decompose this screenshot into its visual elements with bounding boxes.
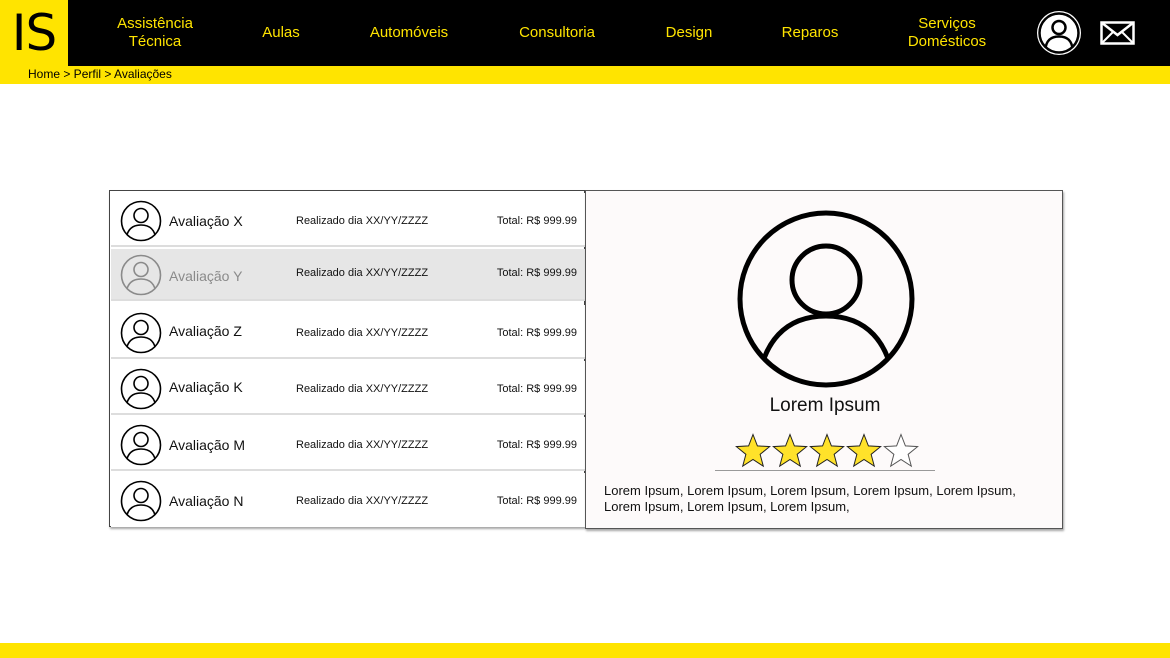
review-row[interactable]: Avaliação M Realizado dia XX/YY/ZZZZ Tot…: [111, 417, 585, 471]
review-date: Realizado dia XX/YY/ZZZZ: [296, 327, 429, 339]
review-name: Avaliação Y: [169, 268, 243, 284]
review-detail-panel: Lorem Ipsum Lorem Ipsum, Lorem Ipsum, Lo…: [585, 190, 1063, 529]
star-filled-icon: [772, 433, 808, 468]
user-avatar-icon: [120, 480, 162, 522]
review-row-selected[interactable]: Avaliação Y Realizado dia XX/YY/ZZZZ Tot…: [111, 249, 585, 301]
nav-reparos[interactable]: Reparos: [765, 0, 855, 66]
nav-consultoria[interactable]: Consultoria: [500, 0, 614, 66]
review-total: Total: R$ 999.99: [496, 215, 577, 227]
review-date: Realizado dia XX/YY/ZZZZ: [296, 439, 429, 451]
review-row[interactable]: Avaliação X Realizado dia XX/YY/ZZZZ Tot…: [111, 193, 585, 247]
profile-name: Lorem Ipsum: [769, 395, 881, 416]
footer-bar: [0, 643, 1170, 658]
review-date: Realizado dia XX/YY/ZZZZ: [296, 215, 429, 227]
review-total: Total: R$ 999.99: [496, 495, 577, 507]
nav-assistencia-tecnica[interactable]: Assistência Técnica: [100, 0, 210, 66]
nav-automoveis[interactable]: Automóveis: [352, 0, 466, 66]
review-row[interactable]: Avaliação N Realizado dia XX/YY/ZZZZ Tot…: [111, 473, 585, 527]
reviews-list: Avaliação X Realizado dia XX/YY/ZZZZ Tot…: [109, 190, 585, 527]
review-date: Realizado dia XX/YY/ZZZZ: [296, 495, 429, 507]
divider: [715, 470, 935, 471]
review-total: Total: R$ 999.99: [496, 267, 577, 279]
rating-stars: [735, 433, 919, 468]
user-avatar-icon: [120, 424, 162, 466]
nav-aulas[interactable]: Aulas: [240, 0, 322, 66]
review-name: Avaliação M: [169, 437, 246, 453]
review-row[interactable]: Avaliação Z Realizado dia XX/YY/ZZZZ Tot…: [111, 305, 585, 359]
review-name: Avaliação X: [169, 213, 243, 229]
breadcrumb[interactable]: Home > Perfil > Avaliações: [28, 67, 172, 81]
mail-icon[interactable]: [1100, 21, 1135, 45]
breadcrumb-bar: Home > Perfil > Avaliações: [0, 66, 1170, 84]
star-filled-icon: [735, 433, 771, 468]
review-description: Lorem Ipsum, Lorem Ipsum, Lorem Ipsum, L…: [604, 483, 1016, 514]
user-avatar-icon: [120, 368, 162, 410]
review-row[interactable]: Avaliação K Realizado dia XX/YY/ZZZZ Tot…: [111, 361, 585, 415]
nav-servicos-domesticos[interactable]: Serviços Domésticos: [888, 0, 1006, 66]
review-total: Total: R$ 999.99: [496, 383, 577, 395]
star-empty-icon: [883, 433, 919, 468]
top-nav-bar: IS Assistência Técnica Aulas Automóveis …: [0, 0, 1170, 66]
profile-avatar-icon: [737, 210, 915, 388]
review-total: Total: R$ 999.99: [496, 327, 577, 339]
user-avatar-icon[interactable]: [1037, 11, 1081, 55]
logo[interactable]: IS: [0, 0, 68, 66]
user-avatar-icon: [120, 312, 162, 354]
nav-design[interactable]: Design: [645, 0, 733, 66]
review-date: Realizado dia XX/YY/ZZZZ: [296, 267, 429, 279]
review-name: Avaliação K: [169, 379, 243, 395]
user-avatar-icon: [120, 200, 162, 242]
star-filled-icon: [846, 433, 882, 468]
review-date: Realizado dia XX/YY/ZZZZ: [296, 383, 429, 395]
user-avatar-icon: [120, 254, 162, 296]
review-total: Total: R$ 999.99: [496, 439, 577, 451]
star-filled-icon: [809, 433, 845, 468]
review-name: Avaliação Z: [169, 323, 242, 339]
review-name: Avaliação N: [169, 493, 244, 509]
